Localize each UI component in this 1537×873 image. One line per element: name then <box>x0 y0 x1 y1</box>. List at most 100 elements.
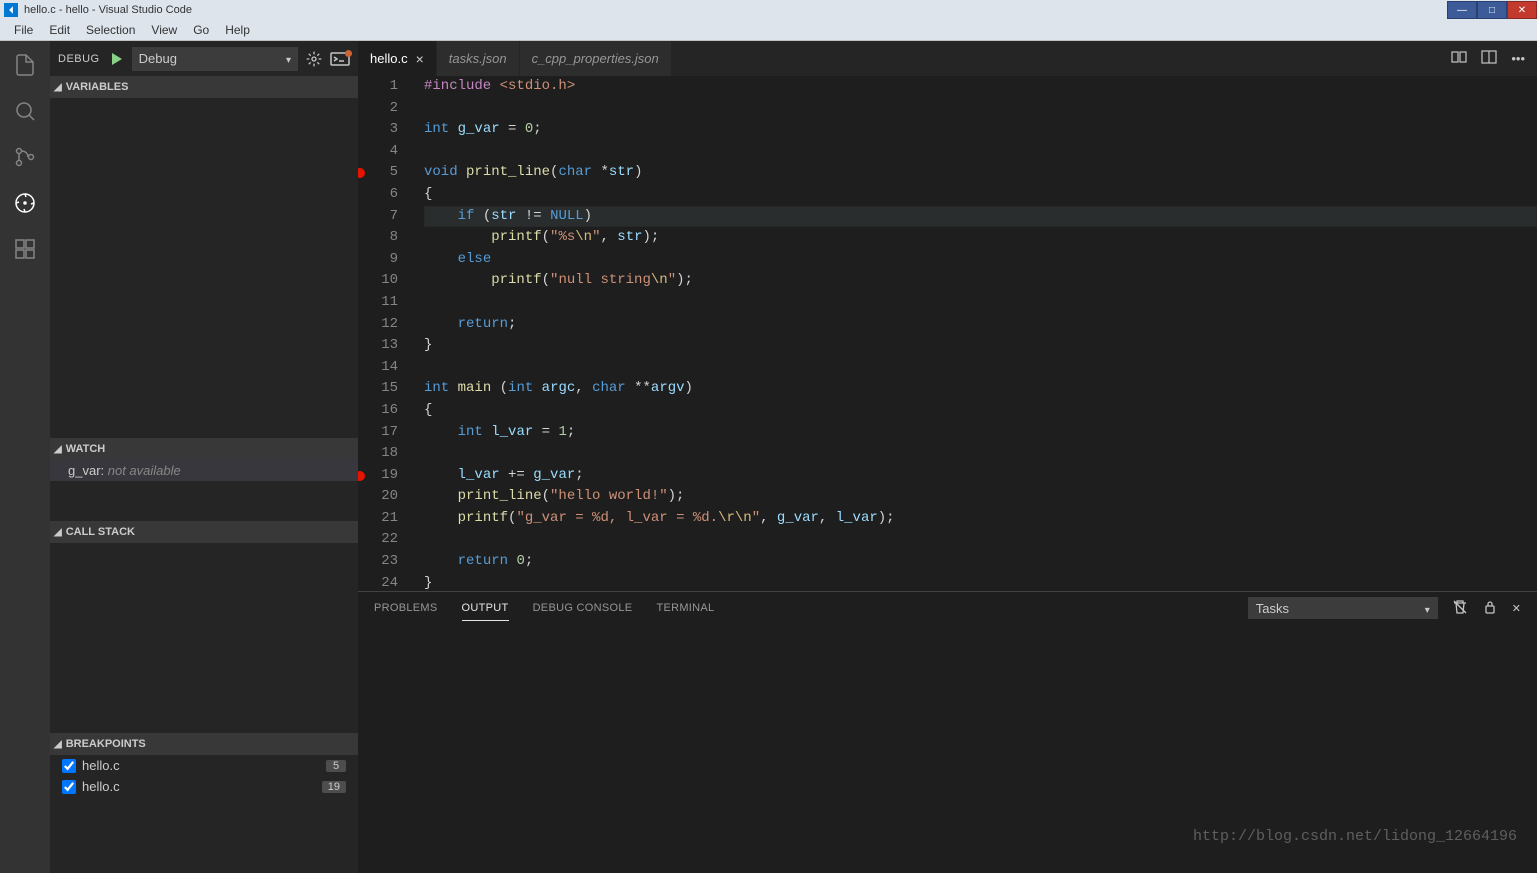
section-watch-header[interactable]: ◢ WATCH <box>50 438 358 460</box>
line-number[interactable]: 14 <box>358 357 398 379</box>
breakpoint-item[interactable]: hello.c5 <box>50 755 358 776</box>
debug-config-select[interactable]: Debug <box>132 47 298 71</box>
code-line[interactable] <box>424 443 1537 465</box>
section-variables-header[interactable]: ◢ VARIABLES <box>50 76 358 98</box>
code-line[interactable]: { <box>424 400 1537 422</box>
line-number[interactable]: 20 <box>358 486 398 508</box>
line-number[interactable]: 23 <box>358 551 398 573</box>
code-line[interactable]: printf("null string\n"); <box>424 270 1537 292</box>
code-line[interactable]: return 0; <box>424 551 1537 573</box>
debug-console-icon[interactable] <box>330 52 350 66</box>
line-number[interactable]: 11 <box>358 292 398 314</box>
breakpoint-checkbox[interactable] <box>62 780 76 794</box>
breakpoint-checkbox[interactable] <box>62 759 76 773</box>
split-icon[interactable] <box>1481 49 1497 68</box>
code-line[interactable]: { <box>424 184 1537 206</box>
more-icon[interactable]: ••• <box>1511 51 1525 66</box>
search-icon[interactable] <box>11 97 39 125</box>
code-line[interactable]: } <box>424 335 1537 357</box>
menu-edit[interactable]: Edit <box>41 21 78 39</box>
explorer-icon[interactable] <box>11 51 39 79</box>
tab[interactable]: hello.c× <box>358 41 437 76</box>
start-debug-button[interactable] <box>108 51 124 67</box>
code-line[interactable]: if (str != NULL) <box>424 206 1537 228</box>
debug-sidebar: DEBUG Debug ◢ VARIABLES ◢ WATCH <box>50 41 358 873</box>
line-number[interactable]: 22 <box>358 529 398 551</box>
tab[interactable]: tasks.json <box>437 41 520 76</box>
line-number[interactable]: 7 <box>358 206 398 228</box>
close-button[interactable]: ✕ <box>1507 1 1537 19</box>
close-panel-icon[interactable]: ✕ <box>1512 602 1521 615</box>
lock-scroll-icon[interactable] <box>1482 599 1498 618</box>
line-number[interactable]: 5 <box>358 162 398 184</box>
line-number[interactable]: 6 <box>358 184 398 206</box>
close-icon[interactable]: × <box>416 51 424 67</box>
line-number[interactable]: 8 <box>358 227 398 249</box>
editor-area: hello.c×tasks.jsonc_cpp_properties.json … <box>358 41 1537 873</box>
code-line[interactable]: void print_line(char *str) <box>424 162 1537 184</box>
variables-body <box>50 98 358 438</box>
minimize-button[interactable]: — <box>1447 1 1477 19</box>
watch-item[interactable]: g_var: not available <box>50 460 358 481</box>
line-number[interactable]: 21 <box>358 508 398 530</box>
line-number[interactable]: 1 <box>358 76 398 98</box>
debug-icon[interactable] <box>11 189 39 217</box>
line-number[interactable]: 4 <box>358 141 398 163</box>
code-line[interactable]: l_var += g_var; <box>424 465 1537 487</box>
panel-tab-debug-console[interactable]: DEBUG CONSOLE <box>533 596 633 620</box>
extensions-icon[interactable] <box>11 235 39 263</box>
line-number[interactable]: 2 <box>358 98 398 120</box>
line-number[interactable]: 19 <box>358 465 398 487</box>
code-line[interactable] <box>424 529 1537 551</box>
section-breakpoints-header[interactable]: ◢ BREAKPOINTS <box>50 733 358 755</box>
chevron-down-icon <box>1425 601 1430 616</box>
section-breakpoints-label: BREAKPOINTS <box>66 738 146 750</box>
panel-tab-problems[interactable]: PROBLEMS <box>374 596 438 620</box>
code-line[interactable]: printf("%s\n", str); <box>424 227 1537 249</box>
code-line[interactable]: return; <box>424 314 1537 336</box>
menu-go[interactable]: Go <box>185 21 217 39</box>
menu-help[interactable]: Help <box>217 21 258 39</box>
code-line[interactable] <box>424 292 1537 314</box>
line-number[interactable]: 9 <box>358 249 398 271</box>
line-number[interactable]: 13 <box>358 335 398 357</box>
editor[interactable]: 123456789101112131415161718192021222324 … <box>358 76 1537 591</box>
breakpoint-dot-icon[interactable] <box>358 471 365 481</box>
menu-file[interactable]: File <box>6 21 41 39</box>
code-line[interactable]: print_line("hello world!"); <box>424 486 1537 508</box>
maximize-button[interactable]: □ <box>1477 1 1507 19</box>
line-number[interactable]: 24 <box>358 573 398 591</box>
menu-view[interactable]: View <box>143 21 185 39</box>
code[interactable]: #include <stdio.h> int g_var = 0; void pri… <box>416 76 1537 591</box>
clear-output-icon[interactable] <box>1452 599 1468 618</box>
code-line[interactable]: } <box>424 573 1537 591</box>
code-line[interactable] <box>424 141 1537 163</box>
source-control-icon[interactable] <box>11 143 39 171</box>
code-line[interactable] <box>424 357 1537 379</box>
gutter[interactable]: 123456789101112131415161718192021222324 <box>358 76 416 591</box>
code-line[interactable]: #include <stdio.h> <box>424 76 1537 98</box>
code-line[interactable]: printf("g_var = %d, l_var = %d.\r\n", g_… <box>424 508 1537 530</box>
breakpoint-dot-icon[interactable] <box>358 168 365 178</box>
code-line[interactable] <box>424 98 1537 120</box>
line-number[interactable]: 12 <box>358 314 398 336</box>
panel-tab-output[interactable]: OUTPUT <box>462 596 509 621</box>
panel-tab-terminal[interactable]: TERMINAL <box>656 596 714 620</box>
line-number[interactable]: 3 <box>358 119 398 141</box>
section-callstack-header[interactable]: ◢ CALL STACK <box>50 521 358 543</box>
menu-selection[interactable]: Selection <box>78 21 143 39</box>
tab[interactable]: c_cpp_properties.json <box>520 41 672 76</box>
compare-icon[interactable] <box>1451 49 1467 68</box>
breakpoint-item[interactable]: hello.c19 <box>50 776 358 797</box>
code-line[interactable]: else <box>424 249 1537 271</box>
output-channel-select[interactable]: Tasks <box>1248 597 1438 619</box>
code-line[interactable]: int g_var = 0; <box>424 119 1537 141</box>
line-number[interactable]: 10 <box>358 270 398 292</box>
code-line[interactable]: int main (int argc, char **argv) <box>424 378 1537 400</box>
debug-settings-icon[interactable] <box>306 51 322 67</box>
line-number[interactable]: 15 <box>358 378 398 400</box>
line-number[interactable]: 16 <box>358 400 398 422</box>
code-line[interactable]: int l_var = 1; <box>424 422 1537 444</box>
line-number[interactable]: 17 <box>358 422 398 444</box>
line-number[interactable]: 18 <box>358 443 398 465</box>
